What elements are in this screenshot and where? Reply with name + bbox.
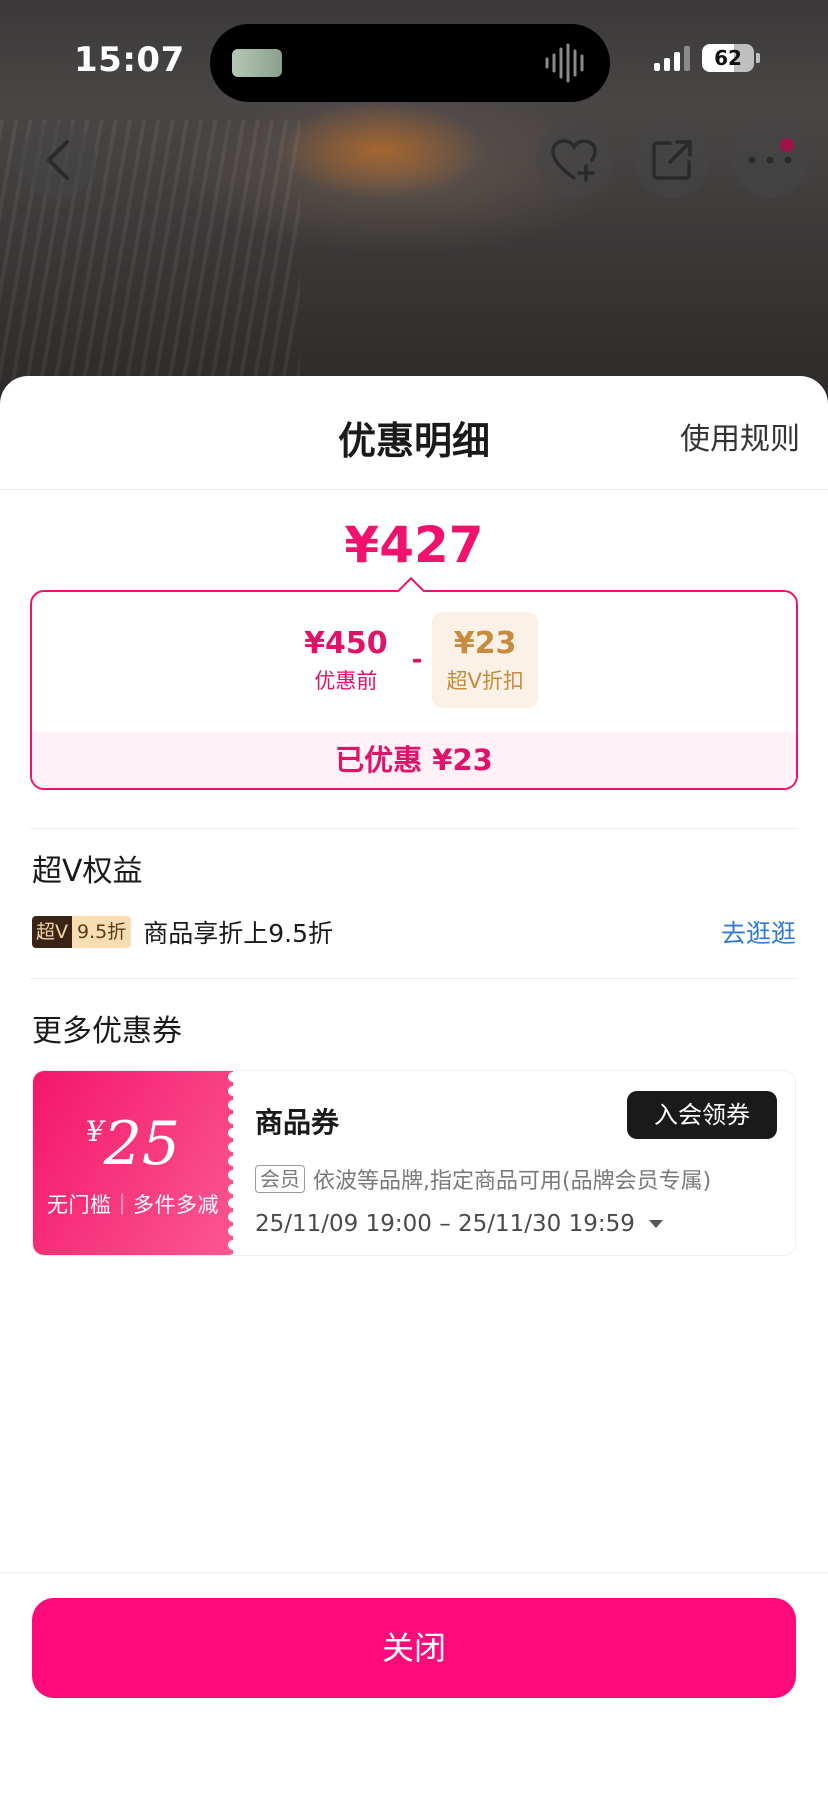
total-saved-bar: 已优惠 ¥23 <box>32 732 796 788</box>
original-price-block: ¥450 优惠前 <box>290 612 402 708</box>
caret-down-icon <box>648 1220 663 1228</box>
join-claim-coupon-button[interactable]: 入会领券 <box>627 1091 777 1139</box>
final-price: ¥427 <box>344 516 484 574</box>
cellular-signal-icon <box>654 45 690 71</box>
coupon-card: ¥25 无门槛｜多件多减 商品券 入会领券 会员 依波等品牌,指定商品可用(品牌… <box>32 1070 796 1256</box>
vip-benefits-title: 超V权益 <box>32 854 143 889</box>
battery-level: 62 <box>714 46 742 70</box>
coupon-validity-toggle[interactable]: 25/11/09 19:00 – 25/11/30 19:59 <box>255 1211 663 1237</box>
coupon-value: 25 <box>103 1109 181 1179</box>
coupon-validity: 25/11/09 19:00 – 25/11/30 19:59 <box>255 1211 635 1237</box>
price-breakdown-card: ¥450 优惠前 - ¥23 超V折扣 已优惠 ¥23 <box>30 576 798 790</box>
coupon-scope: 会员 依波等品牌,指定商品可用(品牌会员专属) <box>255 1163 711 1195</box>
favorite-button[interactable] <box>536 122 612 198</box>
vip-discount-tag: 超V 9.5折 <box>32 916 132 948</box>
vip-benefit-description: 商品享折上9.5折 <box>143 919 333 948</box>
coupon-info: 商品券 入会领券 会员 依波等品牌,指定商品可用(品牌会员专属) 25/11/0… <box>255 1071 795 1255</box>
favorite-add-icon <box>551 139 597 182</box>
minus-sign: - <box>411 645 423 675</box>
section-divider <box>30 828 798 829</box>
usage-rules-link[interactable]: 使用规则 <box>680 414 800 458</box>
coupon-value-panel: ¥25 无门槛｜多件多减 <box>33 1071 239 1255</box>
original-price-label: 优惠前 <box>314 668 378 693</box>
coupon-scope-text: 依波等品牌,指定商品可用(品牌会员专属) <box>313 1169 712 1194</box>
vip-tag-label: 超V <box>32 916 72 948</box>
section-divider <box>30 978 798 979</box>
coupon-amount: ¥25 <box>33 1109 233 1179</box>
close-button[interactable]: 关闭 <box>32 1598 796 1698</box>
coupon-currency: ¥ <box>85 1115 104 1148</box>
coupon-name: 商品券 <box>255 1106 340 1139</box>
card-pointer <box>396 576 426 606</box>
more-icon <box>748 156 792 164</box>
notification-dot <box>780 138 794 152</box>
vip-benefit-row: 超V 9.5折 商品享折上9.5折 去逛逛 <box>32 912 796 952</box>
member-tag: 会员 <box>255 1165 305 1193</box>
coupon-perforation <box>227 1071 239 1255</box>
discount-detail-sheet: 优惠明细 使用规则 ¥427 ¥450 优惠前 - ¥23 超V折扣 已优惠 ¥… <box>0 376 828 1796</box>
vip-tag-discount: 9.5折 <box>72 916 132 948</box>
vip-discount-label: 超V折扣 <box>446 668 524 693</box>
browse-link[interactable]: 去逛逛 <box>721 914 796 950</box>
price-calculation: ¥450 优惠前 - ¥23 超V折扣 <box>32 612 796 708</box>
more-button[interactable] <box>732 122 808 198</box>
footer-divider <box>0 1572 828 1573</box>
original-price: ¥450 <box>304 625 388 661</box>
sheet-header: 优惠明细 使用规则 <box>0 376 828 490</box>
more-coupons-title: 更多优惠券 <box>32 1014 182 1049</box>
media-thumbnail-icon <box>232 49 282 77</box>
status-time: 15:07 <box>74 40 185 80</box>
share-icon <box>652 140 692 180</box>
dynamic-island <box>210 24 610 102</box>
back-button[interactable] <box>20 122 96 198</box>
audio-wave-icon <box>545 43 584 83</box>
coupon-condition: 无门槛｜多件多减 <box>47 1193 219 1217</box>
vip-discount-amount: ¥23 <box>453 625 517 661</box>
status-indicators: 62 <box>654 44 760 72</box>
product-page-backdrop: 15:07 62 <box>0 0 828 420</box>
back-icon <box>47 140 69 180</box>
share-button[interactable] <box>634 122 710 198</box>
vip-discount-block: ¥23 超V折扣 <box>432 612 538 708</box>
battery-icon: 62 <box>702 44 760 72</box>
